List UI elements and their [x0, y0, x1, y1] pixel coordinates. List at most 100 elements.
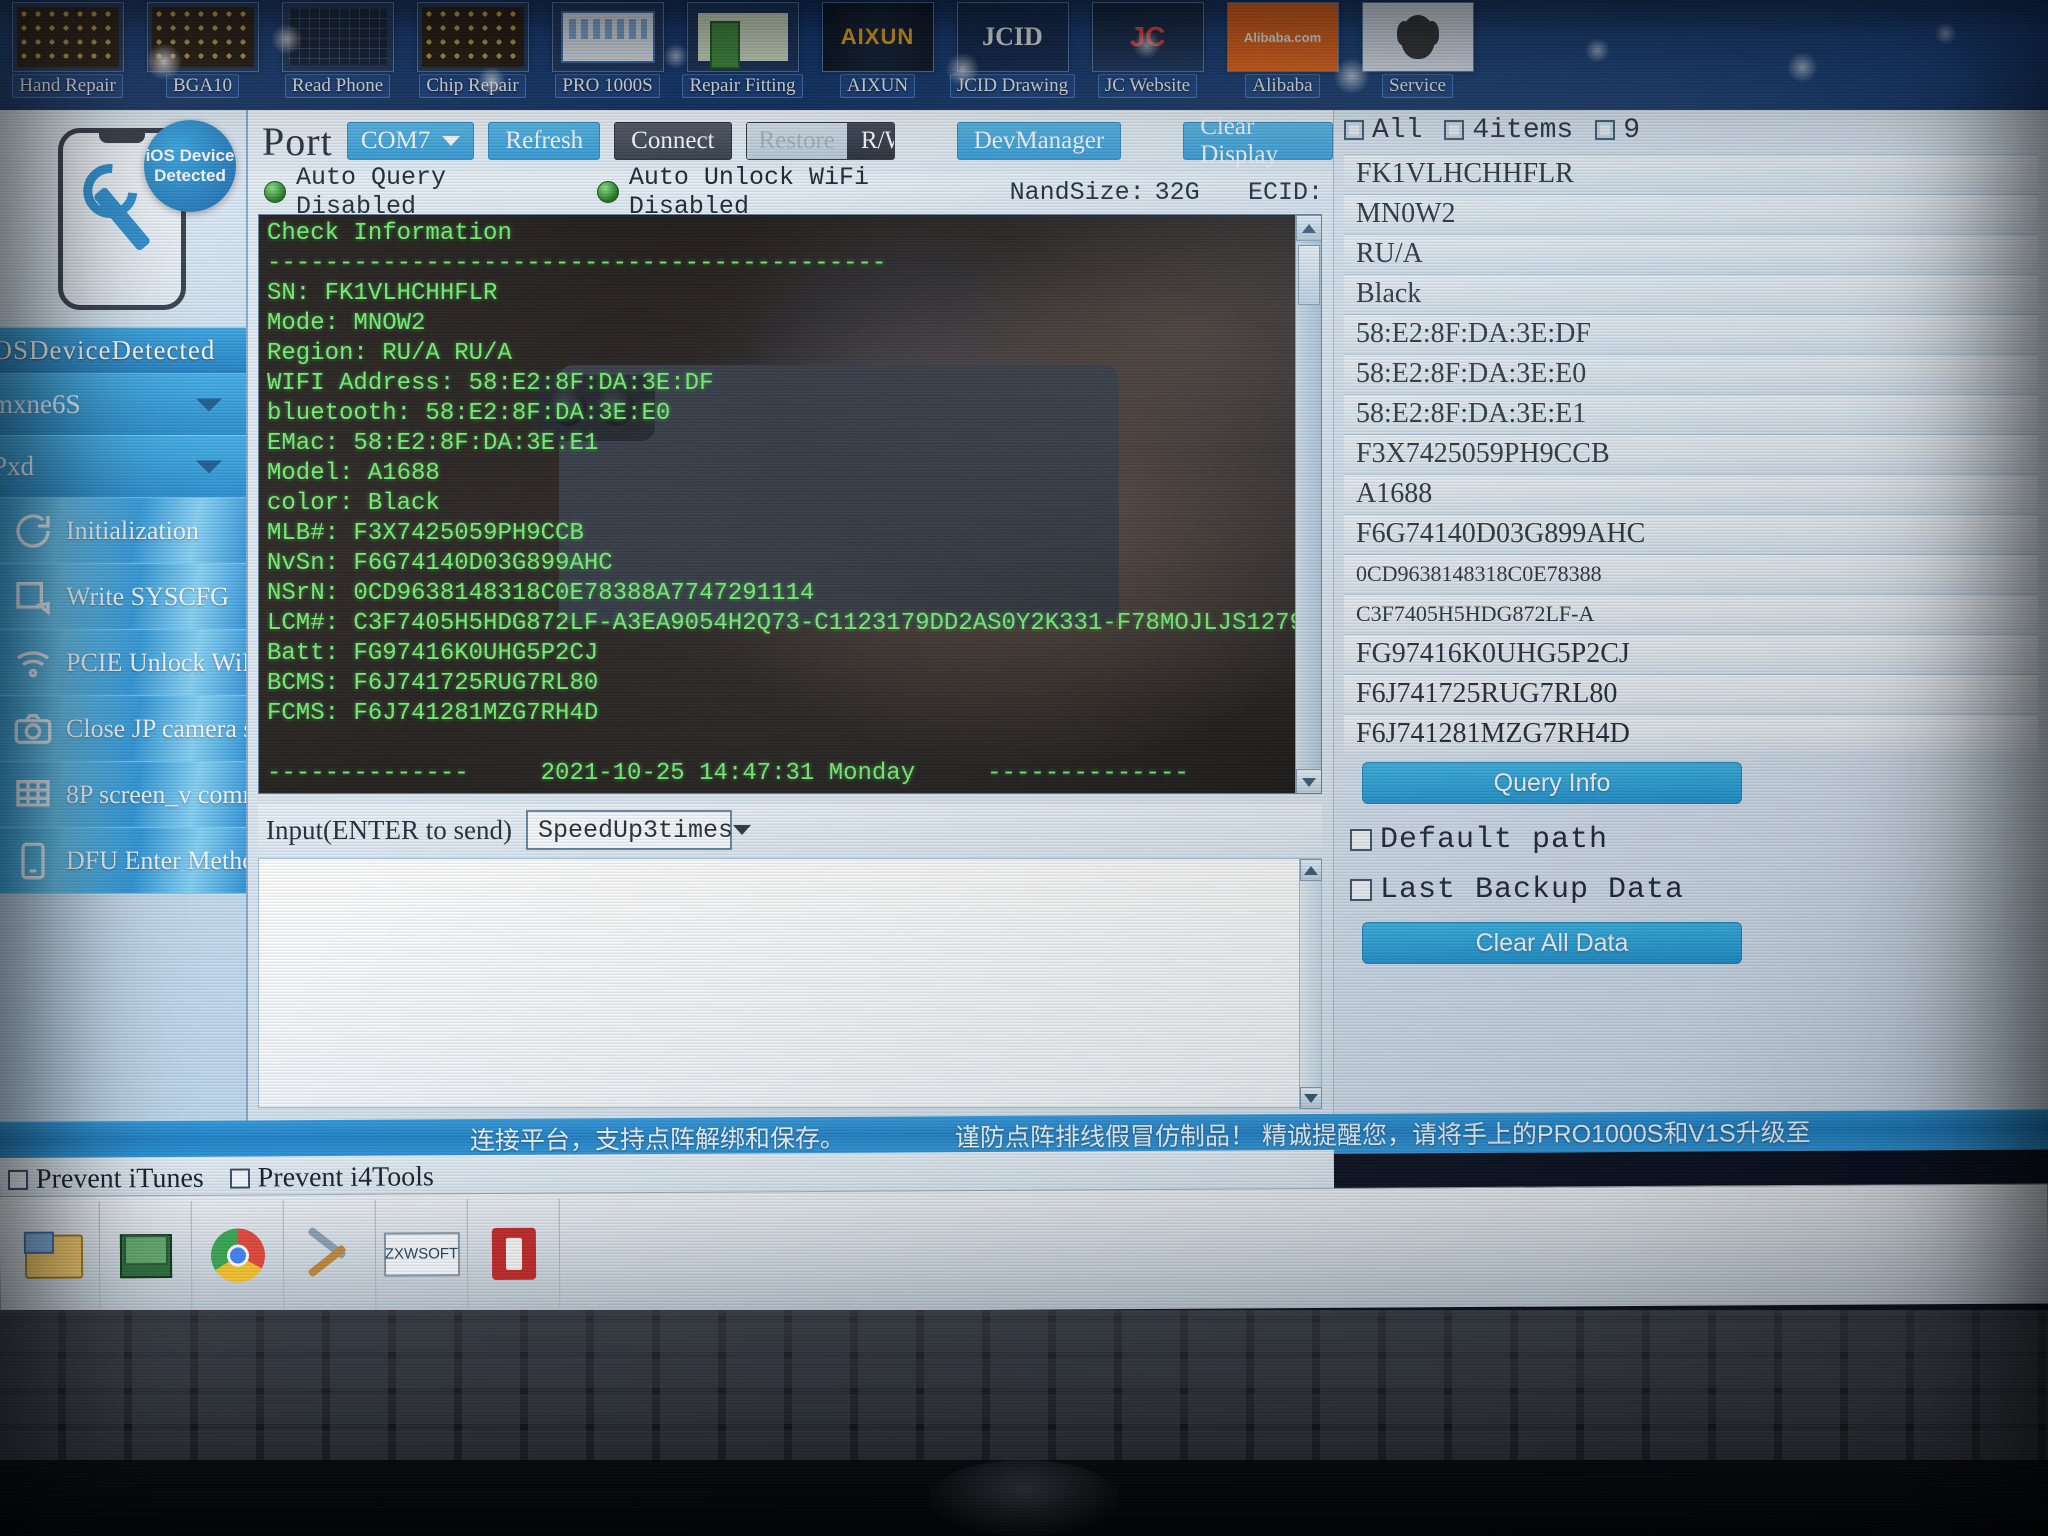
scroll-down-button[interactable] [1296, 769, 1321, 793]
checkbox-prevent-itunes[interactable] [7, 1169, 29, 1190]
desktop-icon-alibaba[interactable]: Alibaba [1215, 0, 1350, 112]
rw-button[interactable]: R/W [846, 123, 894, 159]
taskbar-item-red-app[interactable] [467, 1198, 561, 1309]
refresh-button[interactable]: Refresh [488, 122, 601, 160]
data-row[interactable]: A1688 [1344, 474, 2038, 513]
data-row[interactable]: 0CD9638148318C0E78388 [1344, 554, 2038, 593]
data-row[interactable]: FK1VLHCHHFLR [1344, 154, 2038, 193]
sidebar-button-dfu-enter-method[interactable]: DFU Enter Method [0, 828, 246, 894]
connect-button[interactable]: Connect [614, 122, 732, 160]
taskbar-item-green-app[interactable] [99, 1200, 193, 1311]
desktop-icon-label: Service [1382, 74, 1453, 98]
device-card: iOS Device Detected [0, 110, 246, 328]
data-row[interactable]: F6J741725RUG7RL80 [1344, 674, 2038, 713]
command-input-field[interactable] [258, 858, 1322, 1109]
desktop-icon-hand-repair[interactable]: Hand Repair [0, 0, 135, 112]
input-scrollbar[interactable] [1299, 859, 1322, 1109]
auto-query-status: Auto Query Disabled [296, 163, 447, 221]
desktop-icon-bga10[interactable]: BGA10 [135, 0, 270, 112]
sidebar-button-label: 8P screen_v common [66, 779, 246, 809]
data-row[interactable]: F6G74140D03G899AHC [1344, 514, 2038, 553]
data-row[interactable]: 58:E2:8F:DA:3E:E1 [1344, 394, 2038, 433]
desktop-icon-read-phone[interactable]: Read Phone [270, 0, 405, 112]
sidebar-button-close-jp-camera-sound[interactable]: Close JP camera sound [0, 696, 246, 762]
taskbar-item-zxwsoft[interactable]: ZXWSOFT [375, 1198, 469, 1310]
restore-button[interactable]: Restore [746, 123, 847, 159]
terminal-line: ----------------------------------------… [267, 250, 887, 277]
data-row[interactable]: RU/A [1344, 234, 2038, 273]
desktop-icon-service[interactable]: Service [1350, 0, 1485, 112]
default-path-row[interactable]: Default path [1334, 816, 1608, 864]
checkbox-4items[interactable] [1444, 120, 1465, 140]
sidebar-button-pcie-unlock-wifi[interactable]: PCIE Unlock WiFi [0, 630, 246, 696]
clear-all-data-button[interactable]: Clear All Data [1362, 922, 1742, 964]
desktop-icon-label: PRO 1000S [555, 74, 660, 98]
data-row[interactable]: Black [1344, 274, 2038, 313]
data-row[interactable]: 58:E2:8F:DA:3E:E0 [1344, 354, 2038, 393]
data-row[interactable]: C3F7405H5HDG872LF-A [1344, 594, 2038, 633]
input-label: Input(ENTER to send) [266, 814, 512, 845]
chevron-down-icon [733, 825, 751, 835]
chevron-down-icon [442, 136, 461, 146]
qq-penguin-icon [1361, 2, 1474, 72]
scroll-up-button[interactable] [1300, 859, 1322, 881]
speedup-select[interactable]: SpeedUp3times [525, 810, 751, 850]
desktop-icon-aixun[interactable]: AIXUN [810, 0, 945, 112]
prevent-i4tools-option[interactable]: Prevent i4Tools [229, 1161, 434, 1194]
desktop-icon-repair-fitting[interactable]: Repair Fitting [675, 0, 810, 112]
model-combo[interactable]: mxne6S [0, 374, 246, 436]
checkbox-last-backup[interactable] [1350, 879, 1372, 901]
checkbox-all[interactable] [1344, 120, 1364, 140]
checkbox-9[interactable] [1595, 120, 1616, 140]
red-app-icon [491, 1227, 536, 1280]
device-data-list: FK1VLHCHHFLR MN0W2 RU/A Black 58:E2:8F:DA:3E… [1344, 154, 2038, 754]
nandsize-value: 32G [1154, 177, 1200, 207]
sidebar-button-label: Initialization [66, 515, 199, 545]
devmanager-button[interactable]: DevManager [956, 122, 1122, 160]
clear-display-button[interactable]: Clear Display [1183, 113, 1333, 168]
scroll-up-button[interactable] [1296, 215, 1321, 241]
terminal-scrollbar[interactable] [1295, 215, 1321, 793]
ecid-label: ECID: [1248, 177, 1324, 207]
last-backup-row[interactable]: Last Backup Data [1334, 866, 1684, 914]
query-info-button[interactable]: Query Info [1362, 762, 1742, 804]
port-select[interactable]: COM7 [346, 122, 475, 160]
status-line: Auto Query Disabled Auto Unlock WiFi Dis… [248, 163, 1333, 221]
scrollbar-thumb[interactable] [1298, 245, 1320, 305]
taskbar-item-file-explorer[interactable] [7, 1200, 101, 1312]
scroll-down-button[interactable] [1300, 1087, 1322, 1109]
data-row[interactable]: FG97416K0UHG5P2CJ [1344, 634, 2038, 673]
chevron-up-icon [1302, 223, 1316, 233]
auto-unlock-status: Auto Unlock WiFi Disabled [628, 163, 869, 221]
tools-icon [300, 1232, 358, 1276]
sidebar-button-8p-screen-v-common[interactable]: 8P screen_v common [0, 762, 246, 828]
terminal-line: LCM#: C3F7405H5HDG872LF-A3EA9054H2Q73-C1… [267, 610, 1295, 637]
desktop-icon-jcid-drawing[interactable]: JCID Drawing [945, 0, 1080, 112]
laptop-body [0, 1310, 2048, 1536]
taskbar-item-chrome[interactable] [191, 1199, 285, 1311]
checkbox-default-path[interactable] [1350, 829, 1372, 851]
terminal-line: NSrN: 0CD9638148318C0E78388A7747291114 [267, 580, 815, 607]
desktop-icon-label: Chip Repair [419, 74, 526, 98]
data-row[interactable]: 58:E2:8F:DA:3E:DF [1344, 314, 2038, 353]
restore-rw-split-button[interactable]: Restore R/W [745, 122, 895, 160]
filter-label-9: 9 [1623, 114, 1641, 146]
prevent-itunes-label: Prevent iTunes [35, 1162, 204, 1195]
desktop-icon-chip-repair[interactable]: Chip Repair [405, 0, 540, 112]
data-row[interactable]: F6J741281MZG7RH4D [1344, 714, 2038, 753]
secondary-combo[interactable]: Pxd [0, 436, 246, 498]
touchpad [929, 1460, 1119, 1536]
desktop-icon-jc-website[interactable]: JC Website [1080, 0, 1215, 112]
desktop-icon-pro-1000s[interactable]: PRO 1000S [540, 0, 675, 112]
last-backup-label: Last Backup Data [1380, 873, 1685, 907]
desktop-wallpaper-band: Hand Repair BGA10 Read Phone Chip Repair… [0, 0, 2048, 112]
sidebar-button-write-syscfg[interactable]: Write SYSCFG [0, 564, 246, 630]
taskbar-item-tools[interactable] [283, 1199, 377, 1310]
prevent-itunes-option[interactable]: Prevent iTunes [7, 1162, 204, 1196]
sidebar-button-initialization[interactable]: Initialization [0, 498, 246, 564]
data-row[interactable]: MN0W2 [1344, 194, 2038, 233]
checkbox-prevent-i4tools[interactable] [229, 1168, 250, 1189]
data-row[interactable]: F3X7425059PH9CCB [1344, 434, 2038, 473]
desktop-icon-label: AIXUN [839, 74, 916, 98]
